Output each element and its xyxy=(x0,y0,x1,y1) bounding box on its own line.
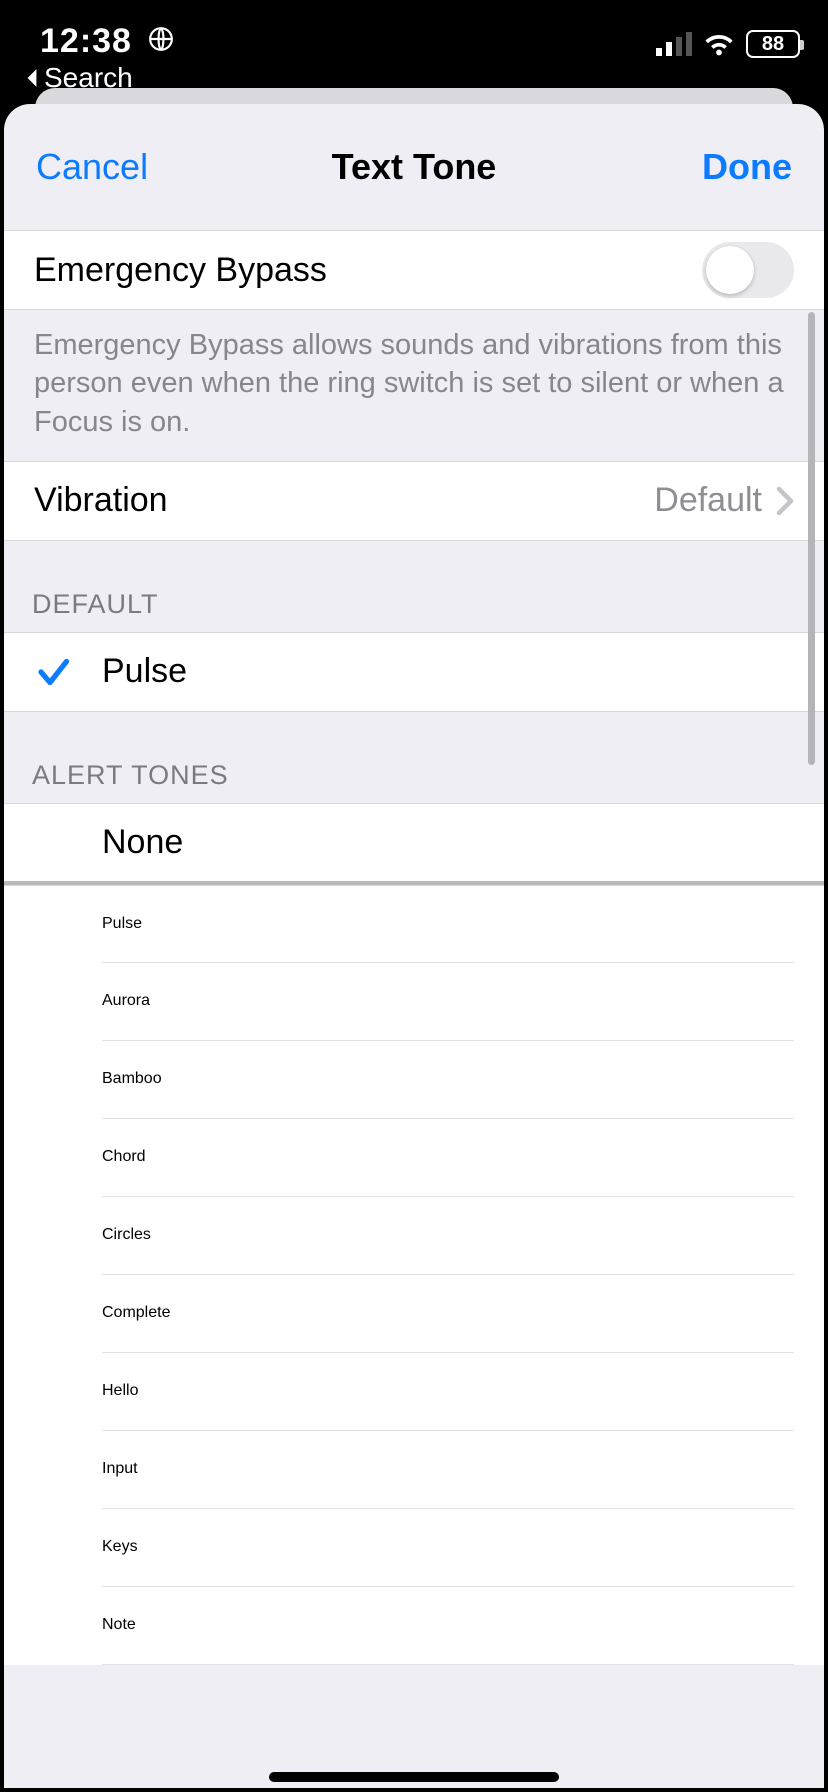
done-button[interactable]: Done xyxy=(702,146,792,188)
tone-row[interactable]: Chord xyxy=(4,1119,824,1197)
status-time-group: 12:38 xyxy=(40,22,174,61)
tone-row[interactable]: Bamboo xyxy=(4,1041,824,1119)
tone-label: None xyxy=(102,823,183,862)
wifi-icon xyxy=(702,31,736,57)
cancel-button[interactable]: Cancel xyxy=(36,146,148,188)
sheet-header: Cancel Text Tone Done xyxy=(4,104,824,230)
tone-label: Aurora xyxy=(102,992,150,1010)
modal-sheet: Cancel Text Tone Done Emergency Bypass E… xyxy=(4,104,824,1788)
tone-label: Input xyxy=(102,1460,138,1478)
emergency-bypass-label: Emergency Bypass xyxy=(34,251,702,290)
tone-row[interactable]: Note xyxy=(4,1587,824,1665)
tone-row[interactable]: Keys xyxy=(4,1509,824,1587)
chevron-right-icon xyxy=(776,486,794,516)
globe-icon xyxy=(148,22,174,61)
tone-row[interactable]: Complete xyxy=(4,1275,824,1353)
tone-label: Chord xyxy=(102,1148,146,1166)
tone-label: Keys xyxy=(102,1538,138,1556)
tone-label: Note xyxy=(102,1616,136,1634)
status-right: 88 xyxy=(656,30,800,58)
alert-tone-list: Pulse Aurora Bamboo Chord Circles Complete Hel… xyxy=(4,885,824,1665)
tone-row[interactable]: Circles xyxy=(4,1197,824,1275)
tone-label: Circles xyxy=(102,1226,151,1244)
tone-row[interactable]: Aurora xyxy=(4,963,824,1041)
vibration-label: Vibration xyxy=(34,481,654,520)
home-indicator[interactable] xyxy=(269,1772,559,1782)
back-caret-icon xyxy=(24,68,40,88)
scroll-indicator xyxy=(808,312,815,765)
tone-label: Hello xyxy=(102,1382,138,1400)
status-time: 12:38 xyxy=(40,22,132,60)
battery-icon: 88 xyxy=(746,30,800,58)
battery-level: 88 xyxy=(762,33,784,56)
default-tone-row[interactable]: Pulse xyxy=(4,632,824,712)
tone-label: Complete xyxy=(102,1304,170,1322)
section-header-default: DEFAULT xyxy=(4,541,824,632)
vibration-value: Default xyxy=(654,481,762,520)
tone-row[interactable]: Input xyxy=(4,1431,824,1509)
tone-label: Bamboo xyxy=(102,1070,162,1088)
tone-row[interactable]: Pulse xyxy=(4,885,824,963)
default-tone-label: Pulse xyxy=(102,652,794,691)
emergency-bypass-row[interactable]: Emergency Bypass xyxy=(4,230,824,310)
emergency-bypass-description: Emergency Bypass allows sounds and vibra… xyxy=(4,310,824,461)
tone-row-none[interactable]: None xyxy=(4,803,824,881)
status-bar: 12:38 Search 88 xyxy=(0,0,828,100)
cellular-icon xyxy=(656,32,692,56)
tone-row[interactable]: Hello xyxy=(4,1353,824,1431)
emergency-bypass-toggle[interactable] xyxy=(702,242,794,298)
checkmark-icon xyxy=(35,654,71,690)
section-header-alert: ALERT TONES xyxy=(4,712,824,803)
vibration-row[interactable]: Vibration Default xyxy=(4,461,824,541)
toggle-knob xyxy=(706,246,754,294)
tone-label: Pulse xyxy=(102,915,142,933)
